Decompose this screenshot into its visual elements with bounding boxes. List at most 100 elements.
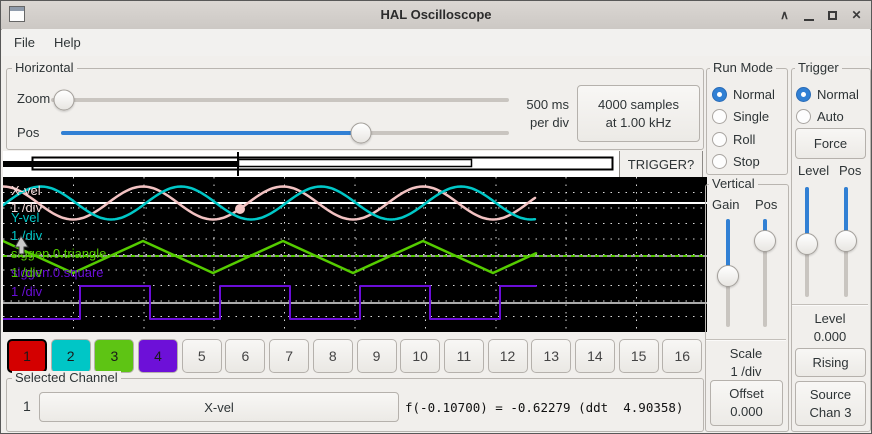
pos-slider-fill — [61, 131, 361, 135]
close-icon: ✕ — [851, 8, 861, 22]
radio-icon — [712, 109, 727, 124]
channel-button-5[interactable]: 5 — [182, 339, 222, 373]
scope-canvas: X-vel1 /divY-vel1 /divsiggen.0.triangles… — [3, 177, 707, 332]
maximize-button[interactable] — [824, 6, 841, 24]
gain-slider-thumb[interactable] — [717, 265, 739, 287]
radio-label: Normal — [817, 87, 859, 102]
trigger-level-slider[interactable] — [795, 187, 819, 297]
window-title: HAL Oscilloscope — [1, 1, 871, 29]
rate-unit: per div — [507, 114, 569, 132]
radio-icon — [712, 132, 727, 147]
pos-slider-label: Pos — [17, 126, 39, 140]
zoom-slider-track[interactable] — [51, 98, 509, 102]
runmode-stop-radio[interactable]: Stop — [712, 153, 760, 169]
scope-channel-label: X-vel — [11, 183, 41, 198]
offset-button[interactable]: Offset 0.000 — [710, 380, 783, 426]
trigger-source-button[interactable]: Source Chan 3 — [795, 381, 866, 426]
vertical-frame-label: Vertical — [709, 177, 758, 191]
gain-slider-fill — [726, 219, 730, 269]
shade-button[interactable]: ∧ — [776, 6, 793, 24]
trigger-edge-button[interactable]: Rising — [795, 348, 866, 377]
pos-slider-thumb[interactable] — [351, 123, 372, 144]
menu-help[interactable]: Help — [50, 34, 85, 52]
trigger-pos-slider[interactable] — [834, 187, 858, 297]
channel-button-12[interactable]: 12 — [488, 339, 528, 373]
radio-label: Stop — [733, 154, 760, 169]
trigger-pos-slider-thumb[interactable] — [835, 230, 857, 252]
selected-channel-frame-label: Selected Channel — [12, 371, 121, 385]
trigger-pos-slider-fill — [844, 187, 848, 233]
channel-button-11[interactable]: 11 — [444, 339, 484, 373]
offset-value: 0.000 — [730, 403, 763, 421]
radio-icon — [712, 154, 727, 169]
samples-count: 4000 samples — [598, 96, 679, 114]
menubar: File Help — [2, 29, 870, 56]
trigger-level-slider-fill — [805, 187, 809, 236]
radio-label: Auto — [817, 109, 844, 124]
vertical-pos-slider[interactable] — [753, 219, 777, 327]
radio-label: Roll — [733, 132, 755, 147]
samples-button[interactable]: 4000 samples at 1.00 kHz — [577, 85, 700, 142]
force-button[interactable]: Force — [795, 128, 866, 159]
run-mode-frame-label: Run Mode — [710, 61, 776, 75]
scale-label: Scale — [705, 346, 787, 361]
scope-channel-label: 1 /div — [11, 284, 43, 299]
radio-icon — [796, 109, 811, 124]
vertical-pos-slider-label: Pos — [755, 198, 777, 212]
channel-button-14[interactable]: 14 — [575, 339, 615, 373]
runmode-roll-radio[interactable]: Roll — [712, 131, 755, 147]
channel-button-3[interactable]: 3 — [94, 339, 134, 373]
radio-selected-icon — [712, 87, 727, 102]
titlebar[interactable]: HAL Oscilloscope ∧ ✕ — [1, 1, 871, 30]
minimize-icon — [804, 19, 814, 21]
record-position-bar — [3, 151, 619, 177]
trigger-auto-radio[interactable]: Auto — [796, 108, 844, 124]
channel-button-4[interactable]: 4 — [138, 339, 178, 373]
samples-rate: at 1.00 kHz — [606, 114, 672, 132]
channel-button-9[interactable]: 9 — [357, 339, 397, 373]
trigger-frame-label: Trigger — [795, 61, 842, 75]
channel-button-15[interactable]: 15 — [619, 339, 659, 373]
zoom-slider-label: Zoom — [17, 92, 50, 106]
gain-slider[interactable] — [716, 219, 740, 327]
close-button[interactable]: ✕ — [848, 6, 865, 24]
channel-readout: f(-0.10700) = -0.62279 (ddt 4.90358) — [405, 400, 683, 415]
scope-channel-label: siggen.0.triangle — [11, 246, 106, 261]
app-window: HAL Oscilloscope ∧ ✕ File Help Horizonta… — [0, 0, 872, 434]
zoom-slider-thumb[interactable] — [54, 90, 75, 111]
shade-icon: ∧ — [780, 8, 789, 22]
runmode-single-radio[interactable]: Single — [712, 108, 769, 124]
trigger-separator — [792, 304, 868, 306]
scope-channel-label: Y-vel — [11, 210, 40, 225]
radio-label: Normal — [733, 87, 775, 102]
channel-button-row: 12345678910111213141516 — [7, 339, 705, 373]
trigger-level-slider-thumb[interactable] — [796, 233, 818, 255]
channel-pin-button[interactable]: X-vel — [39, 392, 399, 422]
scale-value: 1 /div — [705, 364, 787, 379]
vertical-pos-slider-thumb[interactable] — [754, 230, 776, 252]
trigger-level-value: 0.000 — [791, 329, 869, 344]
gain-slider-label: Gain — [712, 198, 739, 212]
horizontal-pos-slider[interactable] — [61, 122, 509, 144]
channel-button-1[interactable]: 1 — [7, 339, 47, 373]
channel-button-7[interactable]: 7 — [269, 339, 309, 373]
selected-channel-number: 1 — [23, 399, 31, 413]
offset-label: Offset — [729, 385, 763, 403]
channel-button-6[interactable]: 6 — [225, 339, 265, 373]
zoom-slider[interactable] — [51, 89, 509, 111]
scope-channel-label: 1 /div — [11, 265, 43, 280]
horizontal-frame-label: Horizontal — [12, 61, 77, 75]
channel-button-13[interactable]: 13 — [531, 339, 571, 373]
trigger-normal-radio[interactable]: Normal — [796, 86, 859, 102]
channel-button-10[interactable]: 10 — [400, 339, 440, 373]
radio-selected-icon — [796, 87, 811, 102]
trigger-pos-header: Pos — [839, 164, 861, 178]
rate-value: 500 ms — [507, 96, 569, 114]
source-label: Source — [810, 386, 851, 404]
minimize-button[interactable] — [800, 6, 817, 24]
channel-button-8[interactable]: 8 — [313, 339, 353, 373]
runmode-normal-radio[interactable]: Normal — [712, 86, 775, 102]
channel-button-2[interactable]: 2 — [51, 339, 91, 373]
channel-button-16[interactable]: 16 — [662, 339, 702, 373]
menu-file[interactable]: File — [10, 34, 39, 52]
